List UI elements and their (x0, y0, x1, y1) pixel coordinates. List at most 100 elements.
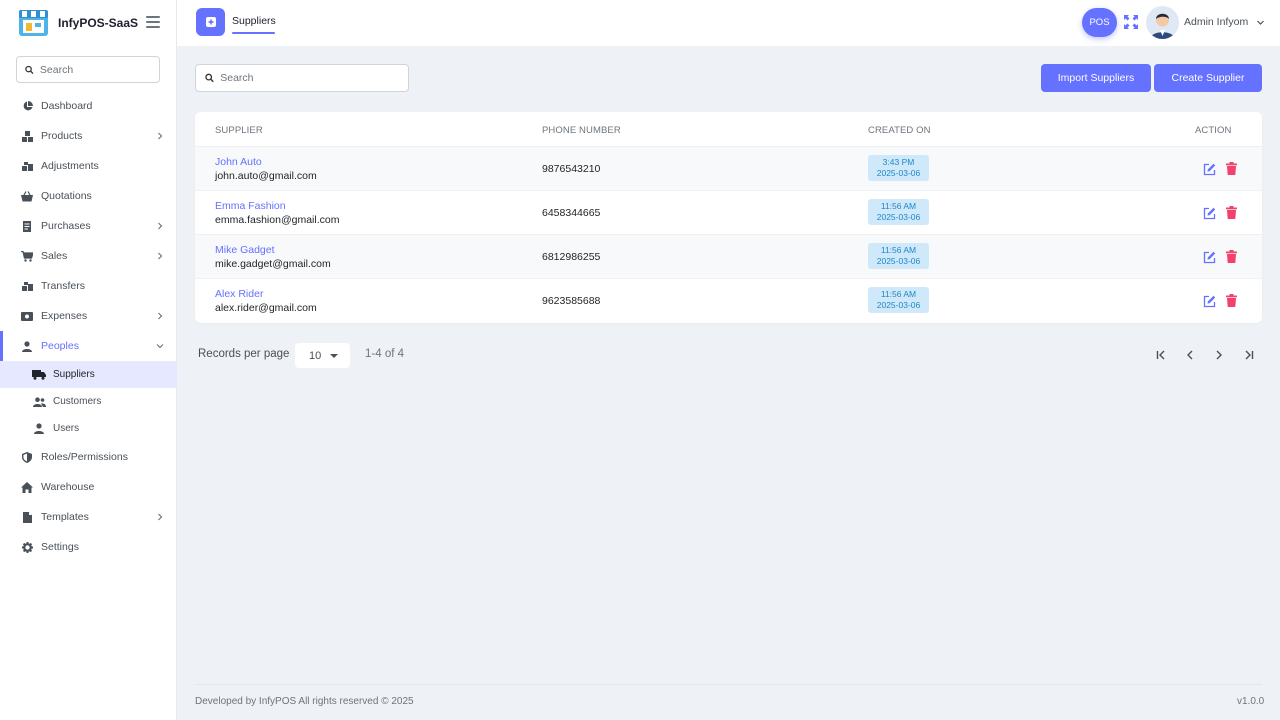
chevron-down-icon (156, 344, 164, 349)
trash-icon[interactable] (1226, 250, 1237, 263)
user-menu[interactable]: Admin Infyom (1184, 16, 1248, 28)
sidebar-item-label: Dashboard (41, 100, 93, 112)
created-time: 11:56 AM (880, 201, 917, 211)
sidebar-item-products[interactable]: Products (0, 121, 177, 151)
import-suppliers-button[interactable]: Import Suppliers (1041, 64, 1151, 92)
sidebar-item-label: Transfers (41, 280, 85, 292)
sidebar-item-label: Purchases (41, 220, 91, 232)
edit-icon[interactable] (1203, 207, 1216, 220)
pos-button[interactable]: POS (1082, 8, 1117, 37)
supplier-phone: 6458344665 (542, 207, 601, 219)
products-icon (21, 130, 33, 142)
sidebar-item-dashboard[interactable]: Dashboard (0, 91, 177, 121)
sidebar-item-label: Expenses (41, 310, 88, 322)
supplier-name-link[interactable]: Mike Gadget (215, 244, 275, 256)
created-date: 2025-03-06 (876, 299, 921, 310)
search-input[interactable] (220, 72, 408, 84)
caret-down-icon (330, 354, 338, 358)
basket-icon (21, 190, 33, 202)
suppliers-table: SUPPLIER PHONE NUMBER CREATED ON ACTION … (195, 112, 1262, 323)
adjustments-icon (21, 160, 33, 172)
sidebar-item-label: Settings (41, 541, 79, 553)
supplier-name-link[interactable]: Alex Rider (215, 288, 263, 300)
column-header-created[interactable]: CREATED ON (868, 125, 931, 136)
sidebar-item-label: Products (41, 130, 83, 142)
sidebar-search-input[interactable] (39, 63, 159, 76)
search-icon (205, 73, 214, 83)
dashboard-icon (21, 100, 33, 112)
sidebar-subitem-label: Customers (53, 396, 102, 407)
create-supplier-button[interactable]: Create Supplier (1154, 64, 1262, 92)
per-page-value: 10 (309, 349, 322, 362)
column-header-action: ACTION (1195, 125, 1232, 136)
sidebar-item-adjustments[interactable]: Adjustments (0, 151, 177, 181)
supplier-phone: 9876543210 (542, 163, 601, 175)
sidebar-item-settings[interactable]: Settings (0, 532, 177, 562)
user-icon (21, 340, 33, 352)
chevron-right-icon (158, 252, 163, 260)
trash-icon[interactable] (1226, 294, 1237, 307)
sidebar-item-label: Sales (41, 250, 68, 262)
supplier-name-link[interactable]: Emma Fashion (215, 200, 286, 212)
sidebar-item-expenses[interactable]: Expenses (0, 301, 177, 331)
avatar[interactable] (1146, 6, 1179, 39)
per-page-select[interactable]: 10 (295, 343, 350, 368)
sidebar-item-quotations[interactable]: Quotations (0, 181, 177, 211)
sidebar: InfyPOS-SaaS Dashboard Products Adjustme… (0, 0, 177, 720)
column-header-phone[interactable]: PHONE NUMBER (542, 125, 621, 136)
sidebar-subitem-suppliers[interactable]: Suppliers (0, 361, 177, 388)
sidebar-item-warehouse[interactable]: Warehouse (0, 472, 177, 502)
edit-icon[interactable] (1203, 251, 1216, 264)
edit-icon[interactable] (1203, 163, 1216, 176)
chevron-right-icon (158, 222, 163, 230)
store-logo-icon (17, 8, 50, 38)
chevron-right-icon (158, 132, 163, 140)
sidebar-item-transfers[interactable]: Transfers (0, 271, 177, 301)
sidebar-subitem-label: Suppliers (53, 369, 95, 380)
menu-toggle-icon[interactable] (146, 16, 160, 28)
sidebar-item-sales[interactable]: Sales (0, 241, 177, 271)
supplier-phone: 6812986255 (542, 251, 601, 263)
created-time: 3:43 PM (882, 157, 915, 167)
app-name: InfyPOS-SaaS (58, 16, 139, 30)
table-row: Alex Rider alex.rider@gmail.com 96235856… (195, 279, 1262, 323)
first-page-icon[interactable] (1154, 348, 1168, 362)
shield-icon (21, 451, 33, 463)
trash-icon[interactable] (1226, 206, 1237, 219)
table-row: John Auto john.auto@gmail.com 9876543210… (195, 147, 1262, 191)
column-header-supplier[interactable]: SUPPLIER (215, 125, 263, 136)
chevron-right-icon (158, 513, 163, 521)
sidebar-item-label: Peoples (41, 340, 79, 352)
chevron-down-icon[interactable] (1256, 18, 1265, 27)
search-field (195, 64, 409, 92)
trash-icon[interactable] (1226, 162, 1237, 175)
sidebar-item-peoples[interactable]: Peoples (0, 331, 177, 361)
footer-copyright: Developed by InfyPOS All rights reserved… (195, 696, 414, 707)
supplier-email: mike.gadget@gmail.com (215, 258, 331, 270)
sidebar-item-roles-permissions[interactable]: Roles/Permissions (0, 442, 177, 472)
sidebar-item-templates[interactable]: Templates (0, 502, 177, 532)
sidebar-subitem-customers[interactable]: Customers (0, 388, 177, 415)
supplier-email: emma.fashion@gmail.com (215, 214, 340, 226)
receipt-icon (21, 220, 33, 232)
fullscreen-icon[interactable] (1124, 15, 1138, 29)
sidebar-subitem-users[interactable]: Users (0, 415, 177, 442)
plus-square-icon[interactable] (196, 8, 225, 36)
created-on-badge: 3:43 PM 2025-03-06 (868, 155, 929, 181)
user-icon (32, 423, 46, 435)
previous-page-icon[interactable] (1183, 348, 1197, 362)
sidebar-item-purchases[interactable]: Purchases (0, 211, 177, 241)
sidebar-item-label: Roles/Permissions (41, 451, 128, 463)
created-date: 2025-03-06 (876, 255, 921, 266)
money-icon (21, 310, 33, 322)
last-page-icon[interactable] (1242, 348, 1256, 362)
pagination-range: 1-4 of 4 (365, 348, 404, 360)
supplier-name-link[interactable]: John Auto (215, 156, 262, 168)
edit-icon[interactable] (1203, 295, 1216, 308)
tab-suppliers[interactable]: Suppliers (232, 15, 276, 27)
next-page-icon[interactable] (1212, 348, 1226, 362)
supplier-email: alex.rider@gmail.com (215, 302, 317, 314)
created-on-badge: 11:56 AM 2025-03-06 (868, 287, 929, 313)
users-icon (32, 396, 46, 408)
home-icon (21, 481, 33, 493)
